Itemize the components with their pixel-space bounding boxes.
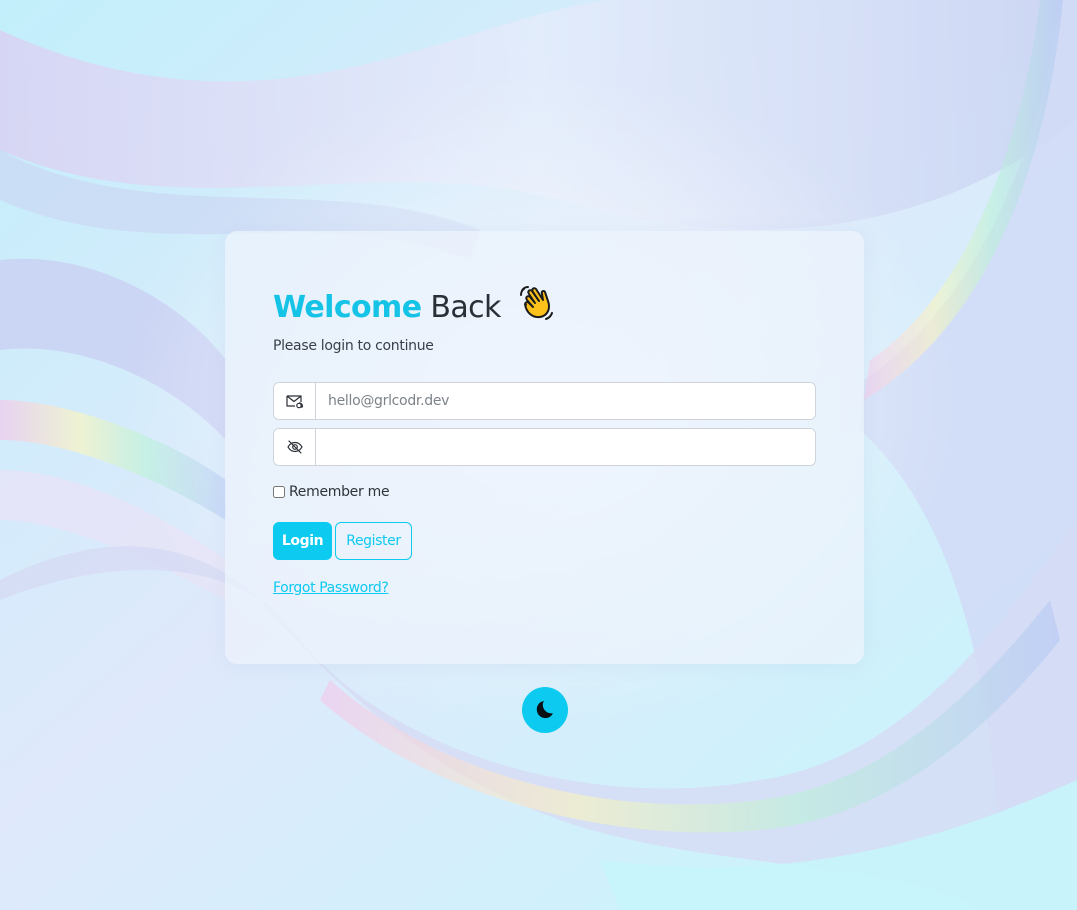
page-title: Welcome Back <box>273 285 554 334</box>
email-input[interactable] <box>316 383 815 419</box>
register-button[interactable]: Register <box>335 522 412 560</box>
password-input[interactable] <box>316 429 815 465</box>
eye-slash-icon[interactable] <box>274 429 316 465</box>
remember-me[interactable]: Remember me <box>273 484 390 500</box>
remember-me-checkbox[interactable] <box>273 486 285 498</box>
login-card: Welcome Back Please login to continue he… <box>225 231 864 664</box>
moon-icon <box>534 699 556 721</box>
forgot-password-link[interactable]: Forgot Password? <box>273 578 389 598</box>
title-accent-word: Welcome <box>273 290 422 325</box>
title-rest-word: Back <box>430 290 501 325</box>
envelope-at-icon <box>274 383 316 419</box>
password-input-group <box>273 428 816 466</box>
email-input-group <box>273 382 816 420</box>
theme-toggle-button[interactable] <box>522 687 568 733</box>
subtitle: Please login to continue <box>273 338 434 354</box>
waving-hand-icon <box>518 285 554 334</box>
login-button[interactable]: Login <box>273 522 332 560</box>
remember-me-label: Remember me <box>289 484 390 500</box>
